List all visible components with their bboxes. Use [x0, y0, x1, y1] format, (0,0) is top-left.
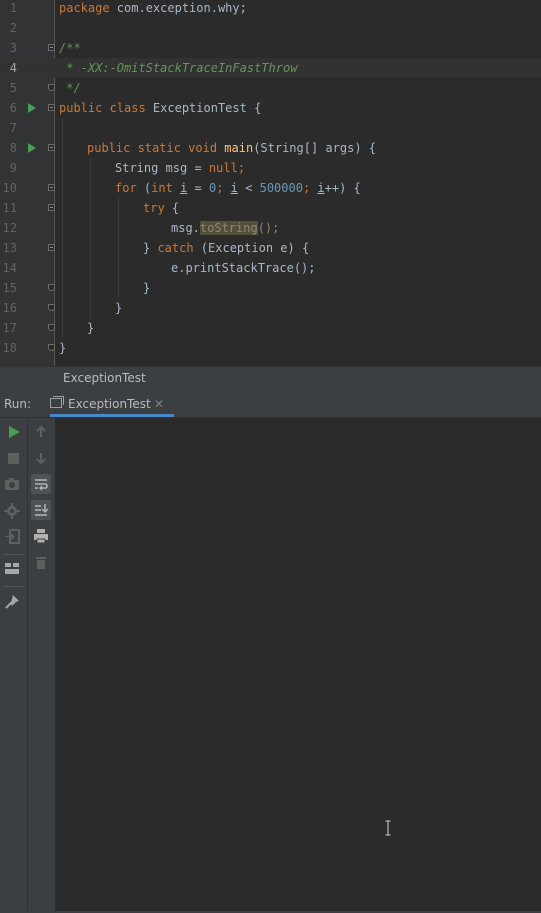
run-tab-label: ExceptionTest [68, 397, 151, 411]
fold-icon[interactable] [48, 204, 55, 211]
line-number: 1 [9, 1, 17, 15]
fold-end-icon[interactable] [48, 84, 55, 91]
code-line[interactable]: 8 public static void main(String[] args)… [0, 138, 541, 158]
pin-icon[interactable] [2, 592, 22, 612]
code-line-current[interactable]: 4 * -XX:-OmitStackTraceInFastThrow [0, 58, 541, 78]
line-number: 2 [9, 21, 17, 35]
code-text: } [59, 341, 67, 355]
line-number: 17 [2, 321, 17, 335]
code-text: String msg = null; [115, 161, 246, 175]
line-number: 3 [9, 41, 17, 55]
run-toolbar-primary [0, 418, 28, 913]
trash-icon[interactable] [31, 552, 51, 572]
line-number: 14 [2, 261, 17, 275]
text-cursor-icon [385, 820, 391, 836]
code-text: } [115, 301, 123, 315]
close-icon[interactable]: ✕ [154, 397, 164, 411]
run-label: Run: [4, 397, 32, 411]
fold-icon[interactable] [48, 104, 55, 111]
console-output[interactable] [56, 418, 541, 911]
warning-highlight: toString [199, 221, 258, 235]
line-number: 4 [9, 61, 17, 75]
fold-icon[interactable] [48, 44, 55, 51]
fold-icon[interactable] [48, 144, 55, 151]
code-line[interactable]: 17 } [0, 318, 541, 338]
tab-active-indicator [50, 414, 174, 417]
console-icon [50, 396, 64, 408]
code-line[interactable]: 6 public class ExceptionTest { [0, 98, 541, 118]
layout-icon[interactable] [2, 558, 22, 578]
arrow-down-icon[interactable] [31, 448, 51, 468]
run-icon[interactable] [4, 422, 24, 442]
code-text: /** [59, 41, 81, 55]
fold-icon[interactable] [48, 184, 55, 191]
fold-icon[interactable] [48, 244, 55, 251]
line-number: 8 [9, 141, 17, 155]
code-text: } catch (Exception e) { [143, 241, 310, 255]
code-line[interactable]: 1 package com.exception.why; [0, 0, 541, 18]
code-line[interactable]: 18 } [0, 338, 541, 358]
code-text: public static void main(String[] args) { [87, 141, 377, 155]
line-number: 10 [2, 181, 17, 195]
code-text: e.printStackTrace(); [171, 261, 316, 275]
code-text: * -XX:-OmitStackTraceInFastThrow [59, 61, 298, 75]
code-editor[interactable]: 1 package com.exception.why; 2 3 /** 4 *… [0, 0, 541, 366]
print-icon[interactable] [31, 526, 51, 546]
line-number: 15 [2, 281, 17, 295]
code-line[interactable]: 12 msg.toString(); [0, 218, 541, 238]
code-line[interactable]: 15 } [0, 278, 541, 298]
toolbar-divider [3, 554, 24, 555]
line-number: 9 [9, 161, 17, 175]
line-number: 18 [2, 341, 17, 355]
code-text: msg.toString(); [171, 221, 280, 235]
breadcrumb-item[interactable]: ExceptionTest [63, 371, 146, 385]
exit-icon[interactable] [2, 526, 22, 546]
code-line[interactable]: 16 } [0, 298, 541, 318]
code-line[interactable]: 3 /** [0, 38, 541, 58]
line-number: 11 [2, 201, 17, 215]
code-line[interactable]: 9 String msg = null; [0, 158, 541, 178]
line-number: 5 [9, 81, 17, 95]
fold-end-icon[interactable] [48, 324, 55, 331]
run-tab-exceptiontest[interactable]: ExceptionTest ✕ [48, 391, 174, 417]
run-gutter-icon[interactable] [28, 143, 36, 153]
scroll-to-end-icon[interactable] [31, 500, 51, 520]
stop-icon[interactable] [4, 448, 24, 468]
code-text: for (int i = 0; i < 500000; i++) { [115, 181, 361, 195]
line-number: 12 [2, 221, 17, 235]
arrow-up-icon[interactable] [31, 422, 51, 442]
line-number: 16 [2, 301, 17, 315]
camera-icon[interactable] [2, 474, 22, 494]
breadcrumb: ExceptionTest [0, 366, 541, 391]
code-line[interactable]: 13 } catch (Exception e) { [0, 238, 541, 258]
code-line[interactable]: 10 for (int i = 0; i < 500000; i++) { [0, 178, 541, 198]
code-text: package com.exception.why; [59, 1, 247, 15]
code-line[interactable]: 5 */ [0, 78, 541, 98]
fold-end-icon[interactable] [48, 344, 55, 351]
code-line[interactable]: 2 [0, 18, 541, 38]
toolbar-divider [3, 586, 24, 587]
run-gutter-icon[interactable] [28, 103, 36, 113]
run-toolbar-secondary [28, 418, 56, 913]
code-text: try { [143, 201, 180, 215]
settings-icon[interactable] [2, 500, 22, 520]
fold-end-icon[interactable] [48, 304, 55, 311]
code-text: */ [59, 81, 81, 95]
code-text: public class ExceptionTest { [59, 101, 262, 115]
line-number: 6 [9, 101, 17, 115]
code-text: } [87, 321, 95, 335]
line-number: 7 [9, 121, 17, 135]
code-line[interactable]: 7 [0, 118, 541, 138]
fold-end-icon[interactable] [48, 284, 55, 291]
run-tool-window-header: Run: ExceptionTest ✕ [0, 391, 541, 418]
code-line[interactable]: 14 e.printStackTrace(); [0, 258, 541, 278]
soft-wrap-icon[interactable] [31, 474, 51, 494]
code-line[interactable]: 11 try { [0, 198, 541, 218]
code-text: } [143, 281, 151, 295]
line-number: 13 [2, 241, 17, 255]
